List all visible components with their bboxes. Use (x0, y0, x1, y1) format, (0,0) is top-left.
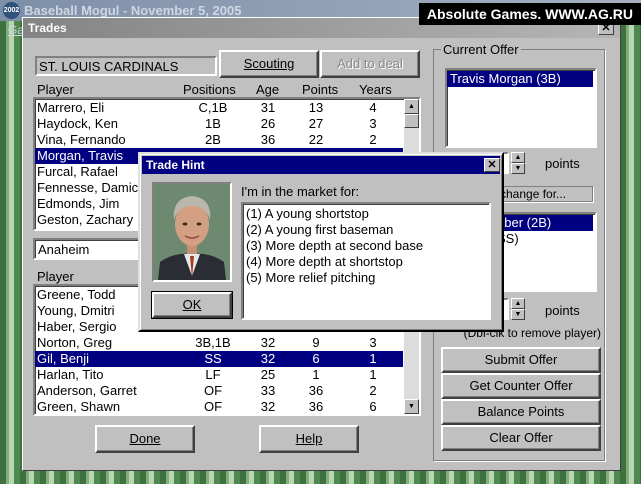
spin-down-icon[interactable]: ▼ (511, 309, 525, 320)
gm-portrait (152, 182, 232, 282)
clear-offer-label: Clear Offer (489, 430, 553, 445)
help-label: Help (295, 431, 323, 446)
scroll-up-icon[interactable]: ▲ (404, 99, 419, 114)
team1-name: ST. LOUIS CARDINALS (39, 59, 179, 74)
add-to-deal-label: Add to deal (337, 56, 403, 71)
offer-item[interactable]: Travis Morgan (3B) (447, 71, 593, 87)
offer-points-spinner[interactable]: ▲ ▼ (511, 152, 525, 174)
hint-item: (5) More relief pitching (246, 270, 376, 285)
done-label: Done (129, 431, 161, 446)
balance-points-button[interactable]: Balance Points (441, 399, 601, 425)
submit-offer-button[interactable]: Submit Offer (441, 347, 601, 373)
team1-header-years: Years (359, 82, 392, 97)
current-offer-label: Current Offer (441, 42, 521, 57)
done-button[interactable]: Done (95, 425, 195, 453)
app-title: Baseball Mogul - November 5, 2005 (24, 3, 242, 18)
hint-item: (4) More depth at shortstop (246, 254, 403, 269)
help-button[interactable]: Help (259, 425, 359, 453)
scroll-down-icon[interactable]: ▼ (404, 399, 419, 414)
team2-header-player: Player (37, 269, 74, 284)
scouting-label: Scouting (243, 56, 295, 71)
offer-points-label: points (545, 156, 580, 171)
table-row[interactable]: Green, Shawn OF 32 36 6 (35, 399, 403, 414)
table-row[interactable]: Norton, Greg 3B,1B 32 9 3 (35, 335, 403, 351)
clear-offer-button[interactable]: Clear Offer (441, 425, 601, 451)
table-row[interactable]: Harlan, Tito LF 25 1 1 (35, 367, 403, 383)
spin-up-icon[interactable]: ▲ (511, 298, 525, 309)
team1-header-player: Player (37, 82, 74, 97)
hint-item: (2) A young first baseman (246, 222, 394, 237)
scroll-thumb[interactable] (404, 114, 419, 128)
team2-name: Anaheim (38, 242, 90, 257)
spin-down-icon[interactable]: ▼ (511, 163, 525, 174)
hint-item: (1) A young shortstop (246, 206, 369, 221)
submit-offer-label: Submit Offer (484, 352, 558, 367)
exchange-points-label: points (545, 303, 580, 318)
table-row[interactable]: Vina, Fernando 2B 36 22 2 (35, 132, 403, 148)
exchange-label-box: change for... (495, 186, 593, 202)
table-row[interactable]: Marrero, Eli C,1B 31 13 4 (35, 100, 403, 116)
get-counter-offer-button[interactable]: Get Counter Offer (441, 373, 601, 399)
exchange-item[interactable]: SS) (497, 231, 593, 247)
scouting-button[interactable]: Scouting (219, 50, 319, 78)
team1-header-age: Age (256, 82, 280, 97)
get-counter-offer-label: Get Counter Offer (469, 378, 573, 393)
table-row[interactable]: Haydock, Ken 1B 26 27 3 (35, 116, 403, 132)
add-to-deal-button[interactable]: Add to deal (320, 50, 420, 78)
app-logo: 2002 (3, 2, 20, 19)
team2-select[interactable]: Anaheim (33, 238, 143, 260)
hint-list: (1) A young shortstop (2) A young first … (241, 202, 491, 320)
exchange-list[interactable]: aber (2B) SS) (497, 212, 597, 292)
hint-ok-button[interactable]: OK (151, 291, 233, 319)
hint-title: Trade Hint (146, 158, 205, 172)
watermark: Absolute Games. WWW.AG.RU (418, 3, 641, 25)
balance-points-label: Balance Points (477, 404, 565, 419)
trade-hint-dialog: Trade Hint ✕ OK I'm in the market for: (… (138, 152, 504, 332)
table-row[interactable]: Anderson, Garret OF 33 36 2 (35, 383, 403, 399)
team1-header-points: Points (302, 82, 339, 97)
spin-up-icon[interactable]: ▲ (511, 152, 525, 163)
table-row-selected[interactable]: Gil, Benji SS 32 6 1 (35, 351, 403, 367)
gm-portrait-image (154, 184, 230, 280)
hint-title-bar: Trade Hint (142, 156, 500, 174)
hint-ok-label: OK (182, 297, 202, 312)
hint-item: (3) More depth at second base (246, 238, 424, 253)
hint-intro: I'm in the market for: (241, 184, 360, 199)
exchange-item-selected[interactable]: aber (2B) (497, 215, 593, 231)
exchange-points-spinner[interactable]: ▲ ▼ (511, 298, 525, 320)
team1-header-positions: Positions (183, 82, 236, 97)
exchange-label: change for... (500, 187, 567, 201)
offer-list[interactable]: Travis Morgan (3B) (445, 68, 597, 148)
hint-close-button[interactable]: ✕ (484, 158, 500, 172)
team1-name-field: ST. LOUIS CARDINALS (35, 56, 217, 76)
